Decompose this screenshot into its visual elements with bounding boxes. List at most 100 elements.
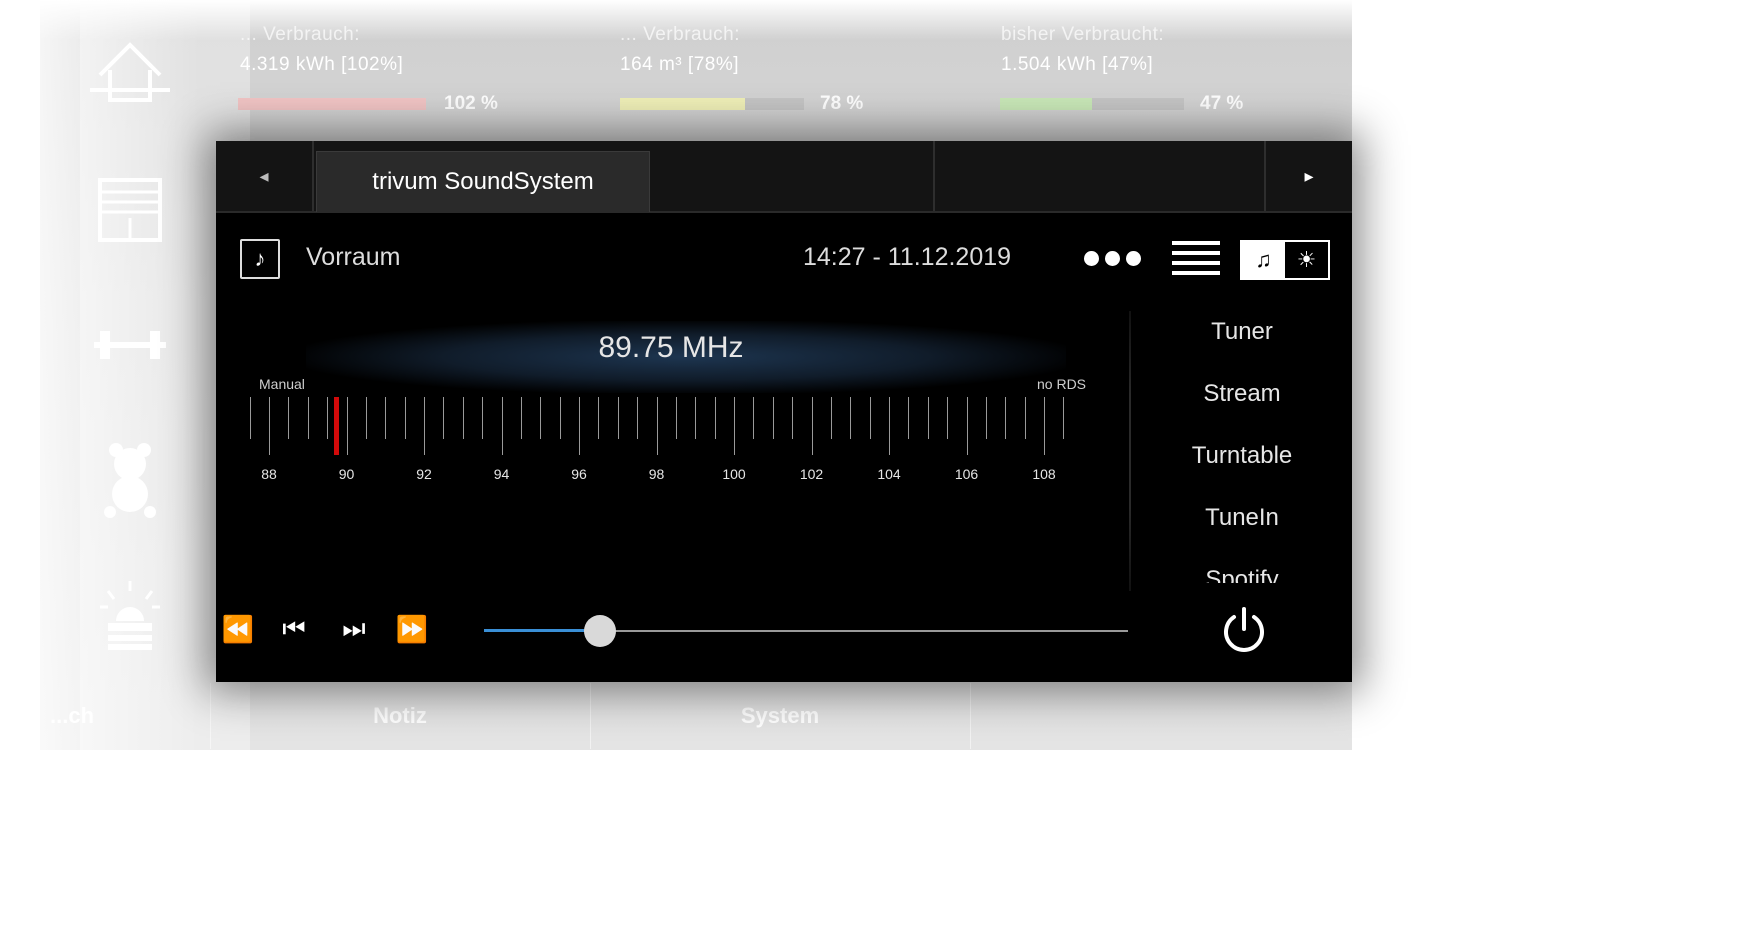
tuning-needle[interactable] <box>334 397 340 455</box>
major-tick <box>966 397 968 455</box>
tick-label: 108 <box>1032 466 1056 482</box>
bottom-tab-1[interactable]: ...ch <box>40 683 220 749</box>
alarm-light-icon <box>85 575 175 655</box>
more-options-icon[interactable] <box>1084 251 1141 266</box>
rewind-button[interactable]: ⏪ <box>216 609 260 649</box>
stat-3-label: bisher Verbraucht: <box>1001 24 1165 45</box>
major-tick <box>424 397 425 455</box>
source-turntable[interactable]: Turntable <box>1132 425 1352 487</box>
tab-empty-2[interactable] <box>935 151 1265 211</box>
previous-button[interactable]: ⏮ <box>272 609 316 649</box>
tick-label: 104 <box>877 466 901 482</box>
minor-tick <box>1005 397 1007 439</box>
minor-tick <box>985 397 987 439</box>
power-button[interactable] <box>1218 605 1270 657</box>
window-blind-icon <box>85 170 175 250</box>
minor-tick <box>830 397 832 439</box>
minor-tick <box>637 397 639 439</box>
minor-tick <box>869 397 871 439</box>
tab-trivum-soundsystem[interactable]: trivum SoundSystem <box>316 151 650 212</box>
slider-fill <box>484 629 600 632</box>
tab-empty-1[interactable] <box>650 151 932 211</box>
minor-tick <box>404 397 406 439</box>
stat-3: bisher Verbraucht: 1.504 kWh [47%] <box>1001 24 1164 76</box>
stat-2-value: 164 m³ [78%] <box>620 54 739 75</box>
minor-tick <box>559 397 561 439</box>
minor-tick <box>695 397 697 439</box>
chevron-right-icon: ▸ <box>1304 165 1314 186</box>
bottom-tab-notiz[interactable]: Notiz <box>210 683 590 749</box>
light-mode-icon[interactable]: ☀ <box>1285 242 1328 278</box>
minor-tick <box>753 397 755 439</box>
minor-tick <box>443 397 445 439</box>
source-tuner[interactable]: Tuner <box>1132 301 1352 363</box>
sources-divider <box>1129 311 1131 591</box>
stat-2-percent: 78 % <box>820 93 864 114</box>
tuner-display: 89.75 MHz Manual no RDS 88 90 92 94 96 98 100 1… <box>246 321 1116 482</box>
minor-tick <box>714 397 716 439</box>
source-spotify[interactable]: Spotify <box>1132 549 1352 583</box>
frequency-scale[interactable]: 88 90 92 94 96 98 100 102 104 106 108 <box>246 397 1116 487</box>
bottom-tab-system[interactable]: System <box>590 683 970 749</box>
tick-label: 100 <box>722 466 746 482</box>
tab-label: trivum SoundSystem <box>372 168 594 195</box>
minor-tick <box>462 397 464 439</box>
major-tick <box>346 397 348 455</box>
tab-bar: ◂ trivum SoundSystem ▸ <box>216 141 1352 213</box>
minor-tick <box>327 397 329 439</box>
major-tick <box>656 397 658 455</box>
skip-next-icon: ⏭ <box>342 613 366 643</box>
minor-tick <box>249 397 251 439</box>
forward-button[interactable]: ⏩ <box>390 609 434 649</box>
chevron-left-icon: ◂ <box>259 165 269 186</box>
minor-tick <box>482 397 484 439</box>
minor-tick <box>1063 397 1065 439</box>
fast-forward-icon: ⏩ <box>395 613 429 644</box>
major-tick <box>501 397 503 455</box>
skip-previous-icon: ⏮ <box>282 613 306 643</box>
source-list: Tuner Stream Turntable TuneIn Spotify <box>1132 301 1352 583</box>
tick-label: 102 <box>799 466 824 482</box>
stat-1-value: 4.319 kWh [102%] <box>240 54 404 75</box>
major-tick <box>734 397 735 455</box>
minor-tick <box>772 397 774 439</box>
rds-status-label: no RDS <box>1037 376 1087 392</box>
tab-prev-button[interactable]: ◂ <box>216 141 312 211</box>
tab-next-button[interactable]: ▸ <box>1266 141 1352 211</box>
major-tick <box>579 397 580 455</box>
minor-tick <box>520 397 522 439</box>
source-tunein[interactable]: TuneIn <box>1132 487 1352 549</box>
slider-thumb[interactable] <box>583 615 616 647</box>
minor-tick <box>850 397 852 439</box>
stat-1-label: ... Verbrauch: <box>240 24 361 45</box>
music-note-icon[interactable]: ♪ <box>240 239 280 279</box>
playback-controls: ⏪ ⏮ ⏭ ⏩ <box>216 591 1352 671</box>
room-name[interactable]: Vorraum <box>306 243 400 272</box>
minor-tick <box>307 397 309 439</box>
bottom-divider <box>970 683 971 749</box>
volume-slider[interactable] <box>484 615 1128 647</box>
tick-label: 88 <box>261 466 277 482</box>
teddy-bear-icon <box>85 440 175 520</box>
minor-tick <box>617 397 619 439</box>
stat-2-bar <box>620 98 804 110</box>
major-tick <box>269 397 270 455</box>
minor-tick <box>288 397 290 439</box>
frequency-readout: 89.75 MHz <box>598 331 744 364</box>
major-tick <box>1044 397 1045 455</box>
dumbbell-icon <box>85 305 175 385</box>
minor-tick <box>927 397 929 439</box>
stat-3-value: 1.504 kWh [47%] <box>1001 54 1154 75</box>
stat-1: ... Verbrauch: 4.319 kWh [102%] <box>240 24 403 76</box>
tuner-mode-label: Manual <box>259 376 305 392</box>
hamburger-menu-icon[interactable] <box>1172 241 1220 275</box>
minor-tick <box>365 397 367 439</box>
music-mode-icon[interactable]: ♫ <box>1242 242 1285 278</box>
next-button[interactable]: ⏭ <box>332 609 376 649</box>
power-icon <box>1224 607 1264 652</box>
datetime: 14:27 - 11.12.2019 <box>803 243 1012 271</box>
mode-toggle[interactable]: ♫ ☀ <box>1240 240 1330 280</box>
minor-tick <box>598 397 600 439</box>
minor-tick <box>947 397 949 439</box>
source-stream[interactable]: Stream <box>1132 363 1352 425</box>
